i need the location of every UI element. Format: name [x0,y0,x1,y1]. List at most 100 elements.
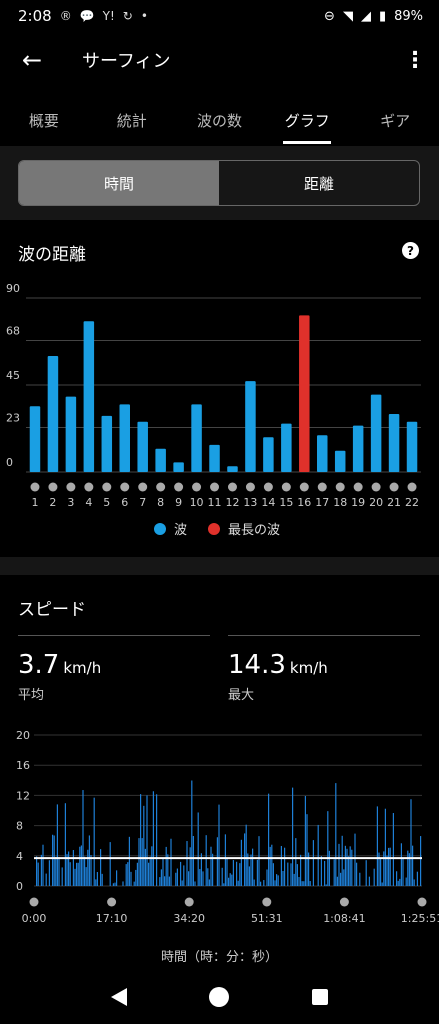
speed-bar [301,881,303,886]
speed-bar [343,869,345,886]
speed-bar [85,867,87,886]
x-tick-label: 3 [67,496,74,509]
speed-bar [109,842,111,886]
segment-distance-button[interactable]: 距離 [219,161,419,205]
speed-bar [68,851,70,886]
speed-bar [156,794,158,886]
speed-bar [386,855,388,886]
nav-back-icon[interactable] [111,988,128,1006]
speed-bar [133,881,135,886]
speed-x-tick-label: 1:25:51 [401,912,439,925]
dnd-icon: ⊖ [324,8,335,24]
x-tick-label: 9 [175,496,182,509]
wave-marker [120,482,130,492]
speed-x-marker [262,897,272,907]
speed-bar [194,881,196,886]
nav-home-icon[interactable] [209,987,230,1007]
speed-bar [176,868,178,886]
wave-bar [245,381,256,472]
speed-bar [349,846,351,886]
speed-bar [405,877,407,886]
nav-recents-icon[interactable] [311,989,328,1005]
speed-bar [151,846,153,886]
speed-bar [96,872,98,886]
speed-x-tick-label: 0:00 [22,912,47,925]
wave-bar [65,396,77,472]
speed-y-tick-label: 12 [16,789,30,802]
legend-longest-label: 最長の波 [228,523,280,538]
speed-bar [340,872,342,886]
speed-bar [328,850,330,886]
speed-bar [400,843,402,886]
speed-bar [380,857,382,886]
speed-bar [144,848,146,886]
tab-graph[interactable]: グラフ [263,98,351,146]
speed-bar [312,840,314,886]
speed-x-tick-label: 51:31 [251,912,283,925]
speed-bar [365,860,367,886]
tab-stats[interactable]: 統計 [88,98,176,146]
speed-bar [229,873,231,886]
tab-wave-count[interactable]: 波の数 [176,98,264,146]
speed-bar [116,870,118,886]
speed-bar [136,862,138,886]
speed-bar [276,874,278,886]
speed-bar [90,855,92,886]
speed-bar [216,837,218,886]
speed-bar [152,791,154,886]
speed-bar [250,854,252,886]
y-tick-label: 68 [6,325,20,338]
speed-bar [410,799,412,886]
y-tick-label: 90 [6,282,20,295]
tab-gear[interactable]: ギア [351,98,439,146]
x-tick-label: 21 [387,496,401,509]
speed-bar [55,856,57,886]
speed-bar [252,848,254,886]
speed-bar [218,804,220,886]
x-tick-label: 13 [243,496,257,509]
speed-bar [304,795,306,886]
speed-bar [359,872,361,886]
speed-bar [42,844,44,886]
tab-overview[interactable]: 概要 [0,98,88,146]
speed-bar [223,883,225,886]
speed-bar [159,877,161,886]
wifi-icon: ◥ [342,8,353,24]
speed-bar [138,838,140,886]
tab-bar: 概要 統計 波の数 グラフ ギア [0,98,439,146]
x-tick-label: 7 [139,496,146,509]
wave-marker [30,482,40,492]
speed-bar [165,846,167,886]
x-tick-label: 17 [315,496,329,509]
speed-chart: 0 4 8 12 16 20 0:00 17:10 34:20 51:31 1:08:41 1:25:… [16,729,439,925]
speed-bar [402,857,404,886]
wave-marker [371,482,381,492]
speed-bar [164,876,166,886]
speed-bar [189,847,191,886]
speed-bar [79,846,81,886]
r-icon: ® [59,9,72,23]
speed-bar [148,862,150,886]
wave-bar [83,321,95,472]
speed-x-marker [339,897,349,907]
more-menu-icon[interactable]: ⋮ [391,32,439,88]
wave-bar [263,437,274,472]
back-arrow-icon[interactable]: ← [0,32,64,88]
speed-bar [77,862,79,886]
speed-bar [130,871,132,886]
speed-bar [236,861,238,886]
speed-bar [344,845,346,886]
x-tick-label: 6 [121,496,128,509]
speed-bar [325,884,327,886]
speed-bar [282,871,284,886]
speed-bar [269,846,271,886]
segment-time-button[interactable]: 時間 [19,161,219,205]
speed-bar [87,849,89,886]
speed-bar [346,848,348,886]
wave-bar [29,406,41,472]
y-tick-label: 0 [6,456,13,469]
wave-marker [263,482,273,492]
speed-bar [354,833,356,886]
speed-bar [202,871,204,886]
speed-bar [392,813,394,886]
